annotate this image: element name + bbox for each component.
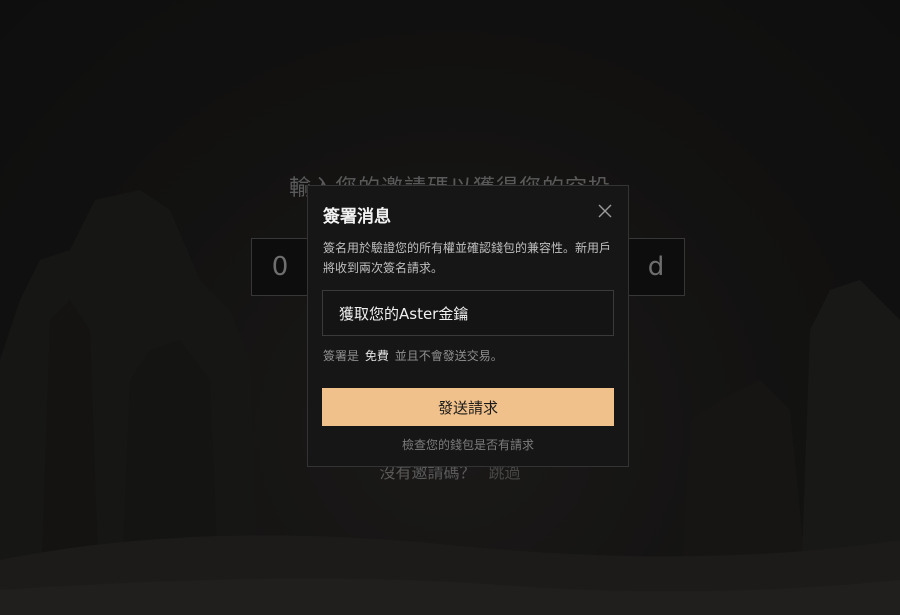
free-note-prefix: 簽署是	[323, 349, 360, 363]
free-note-suffix: 並且不會發送交易。	[394, 349, 503, 363]
free-word: 免費	[364, 349, 389, 363]
close-button[interactable]	[596, 202, 614, 220]
sign-message-modal: 簽署消息 簽名用於驗證您的所有權並確認錢包的兼容性。新用戶將收到兩次簽名請求。 …	[307, 185, 629, 467]
action-label: 獲取您的Aster金鑰	[339, 304, 469, 323]
modal-description: 簽名用於驗證您的所有權並確認錢包的兼容性。新用戶將收到兩次簽名請求。	[323, 241, 612, 275]
check-wallet-link[interactable]: 檢查您的錢包是否有請求	[308, 436, 628, 453]
get-aster-key-card[interactable]: 獲取您的Aster金鑰	[322, 290, 614, 336]
send-request-button[interactable]: 發送請求	[322, 388, 614, 426]
modal-title: 簽署消息	[323, 207, 391, 227]
free-note: 簽署是 免費 並且不會發送交易。	[323, 347, 503, 364]
close-icon	[598, 204, 612, 218]
